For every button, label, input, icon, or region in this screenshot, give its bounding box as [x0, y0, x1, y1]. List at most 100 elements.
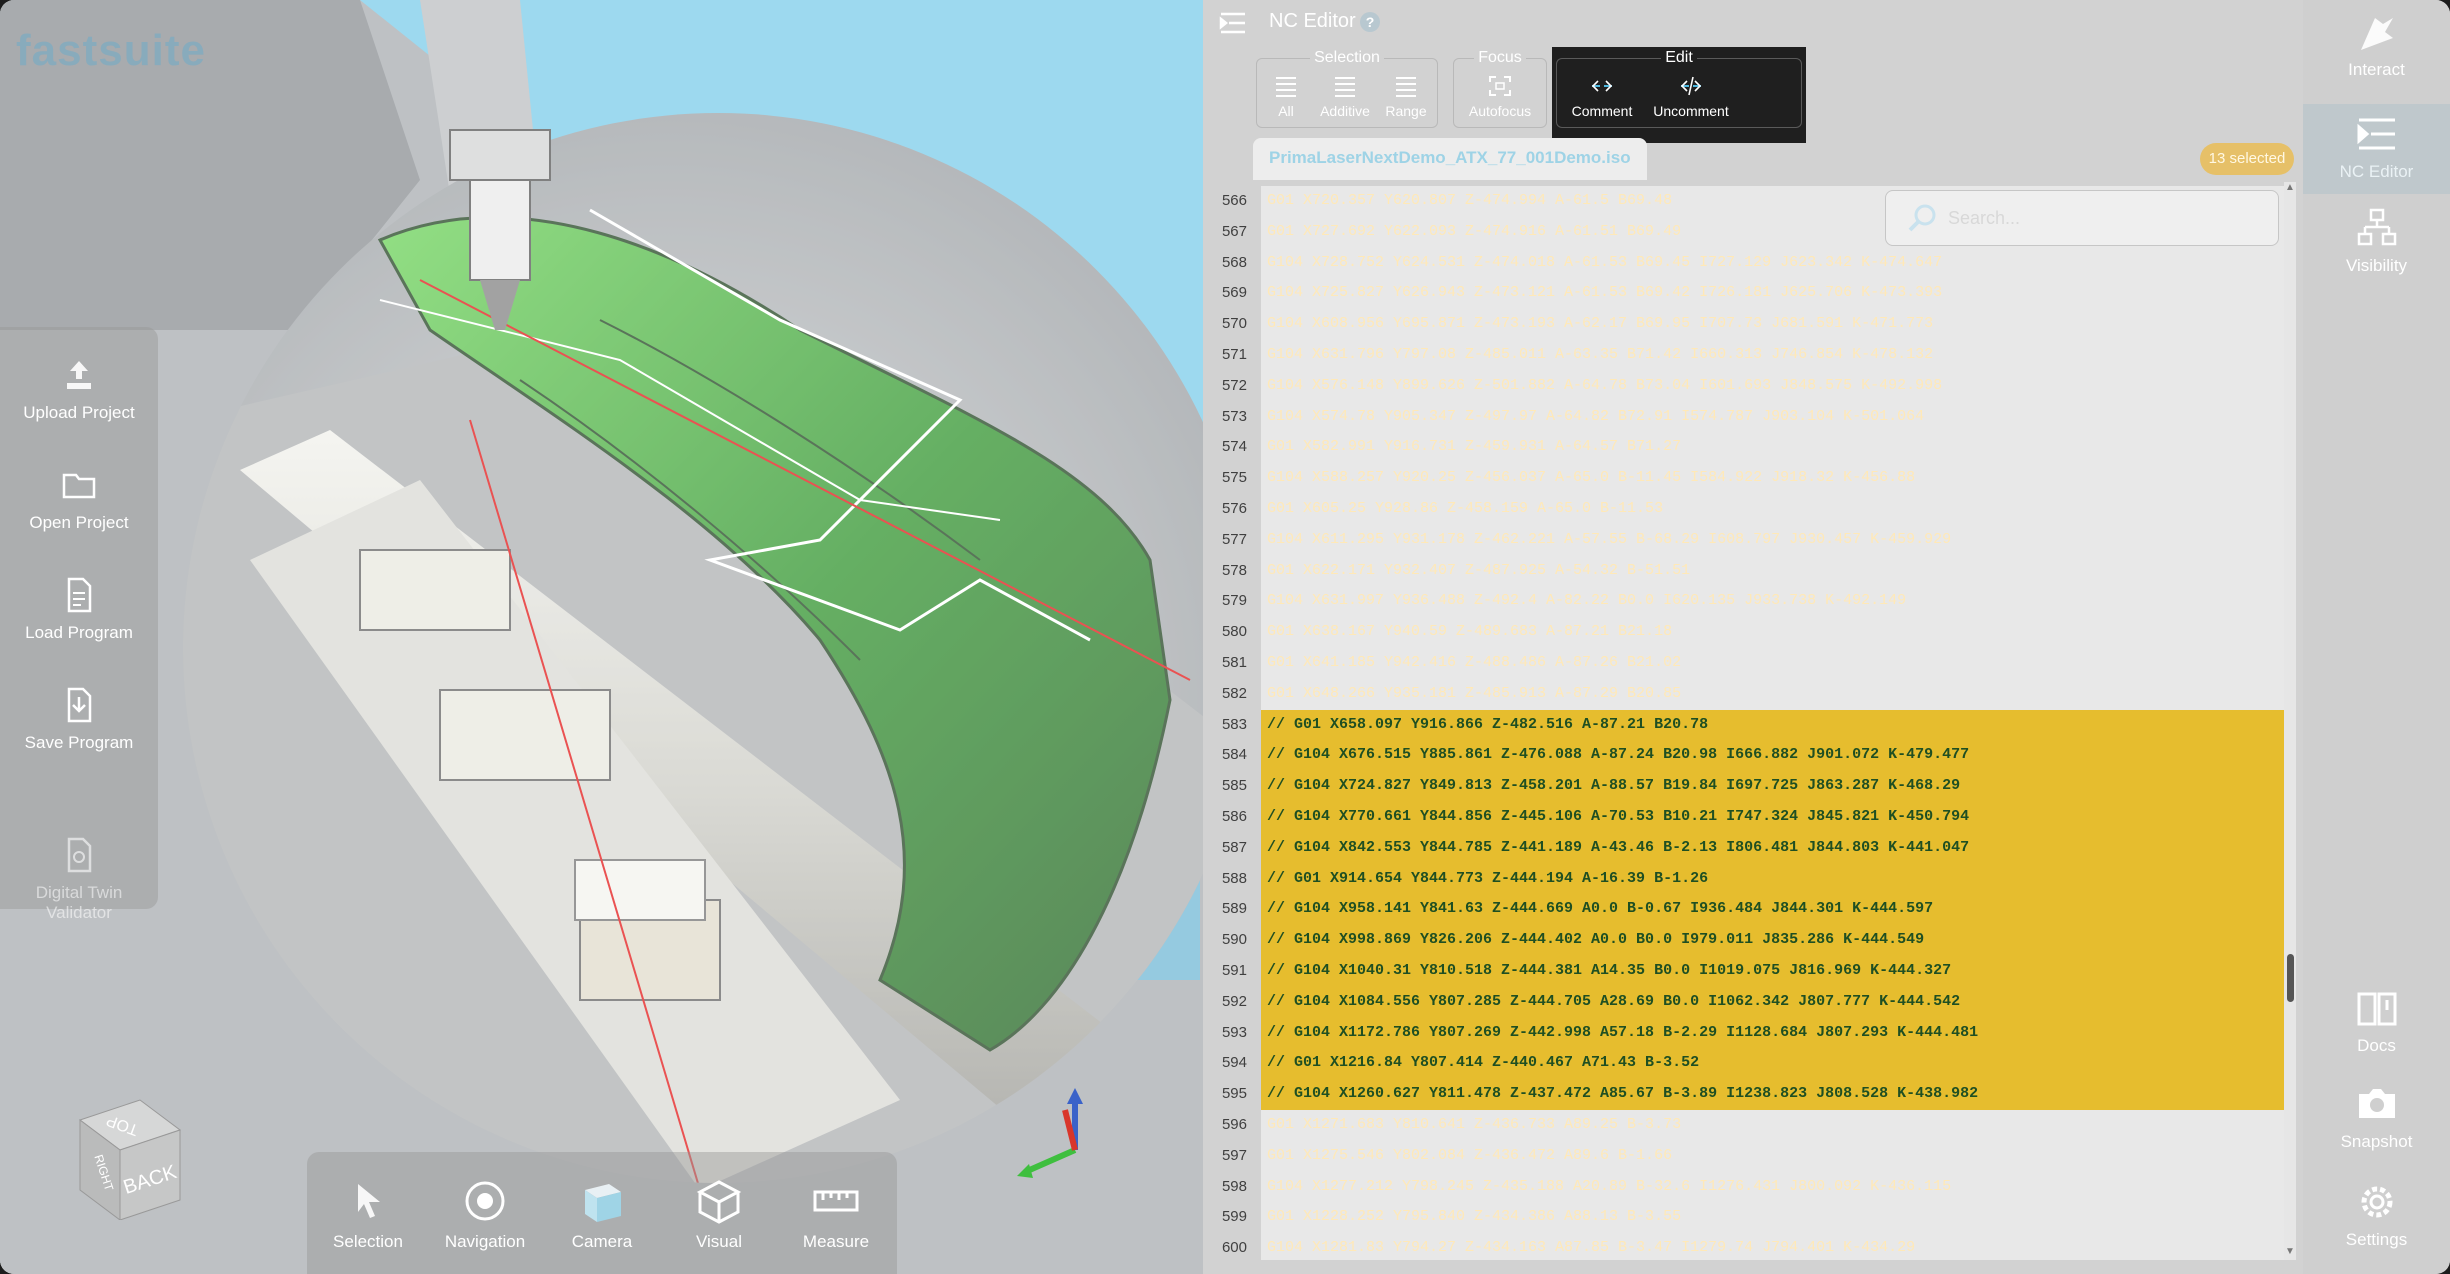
code-line[interactable]: 587 // G104 X842.553 Y844.785 Z-441.189 A…	[1203, 832, 2290, 864]
code-line[interactable]: 583 // G01 X658.097 Y916.866 Z-482.516 A-…	[1203, 709, 2290, 741]
open-project-button[interactable]: Open Project	[0, 465, 158, 533]
code-text[interactable]: // G104 X1040.31 Y810.518 Z-444.381 A14.…	[1261, 956, 2290, 987]
code-text[interactable]: G01 X582.991 Y916.731 Z-459.931 A-64.57 …	[1261, 432, 2290, 464]
code-line[interactable]: 589 // G104 X958.141 Y841.63 Z-444.669 A0…	[1203, 894, 2290, 926]
code-line[interactable]: 588 // G01 X914.654 Y844.773 Z-444.194 A-…	[1203, 863, 2290, 895]
code-text[interactable]: G01 X638.167 Y940.59 Z-489.683 A-87.21 B…	[1261, 617, 2290, 648]
code-line[interactable]: 594 // G01 X1216.84 Y807.414 Z-440.467 A7…	[1203, 1048, 2290, 1080]
code-line[interactable]: 600 G104 X1281.83 Y794.27 Z-434.163 A87.8…	[1203, 1233, 2290, 1260]
code-line[interactable]: 577 G104 X611.295 Y931.178 Z-462.221 A-57…	[1203, 524, 2290, 556]
code-text[interactable]: G104 X1281.83 Y794.27 Z-434.163 A87.85 B…	[1261, 1233, 2290, 1260]
code-text[interactable]: G01 X622.171 Y932.407 Z-487.925 A-54.32 …	[1261, 555, 2290, 587]
code-line[interactable]: 568 G104 X728.752 Y624.531 Z-474.018 A-61…	[1203, 247, 2290, 279]
code-line[interactable]: 592 // G104 X1084.556 Y807.285 Z-444.705 …	[1203, 986, 2290, 1018]
code-text[interactable]: // G104 X998.869 Y826.206 Z-444.402 A0.0…	[1261, 925, 2290, 956]
search-input[interactable]	[1946, 203, 2260, 233]
load-program-button[interactable]: Load Program	[0, 575, 158, 643]
code-text[interactable]: // G01 X658.097 Y916.866 Z-482.516 A-87.…	[1261, 709, 2290, 741]
upload-project-button[interactable]: Upload Project	[0, 355, 158, 423]
code-line[interactable]: 586 // G104 X770.661 Y844.856 Z-445.106 A…	[1203, 802, 2290, 833]
code-line[interactable]: 599 G01 X1228.252 Y795.840 Z-434.386 A88.…	[1203, 1202, 2290, 1234]
code-text[interactable]: // G104 X676.515 Y885.861 Z-476.088 A-87…	[1261, 740, 2290, 772]
code-text[interactable]: // G01 X1216.84 Y807.414 Z-440.467 A71.4…	[1261, 1048, 2290, 1080]
code-line[interactable]: 570 G104 X608.956 Y695.871 Z-473.193 A-62…	[1203, 309, 2290, 340]
code-line[interactable]: 569 G104 X725.827 Y626.943 Z-473.121 A-61…	[1203, 278, 2290, 310]
search-box[interactable]	[1885, 190, 2279, 246]
uncomment-button[interactable]: Uncomment	[1649, 75, 1733, 119]
measure-tool-button[interactable]: Measure	[781, 1176, 891, 1252]
code-line[interactable]: 593 // G104 X1172.786 Y807.269 Z-442.998 …	[1203, 1017, 2290, 1049]
code-line[interactable]: 595 // G104 X1260.627 Y811.478 Z-437.472 …	[1203, 1079, 2290, 1110]
code-text[interactable]: G01 X648.266 Y935.181 Z-485.913 A-87.29 …	[1261, 678, 2290, 710]
code-text[interactable]: G104 X576.148 Y899.626 Z-501.882 A-64.78…	[1261, 370, 2290, 402]
code-text[interactable]: // G104 X770.661 Y844.856 Z-445.106 A-70…	[1261, 802, 2290, 833]
code-text[interactable]: // G104 X958.141 Y841.63 Z-444.669 A0.0 …	[1261, 894, 2290, 926]
select-additive-button[interactable]: Additive	[1319, 75, 1371, 119]
code-text[interactable]: G104 X631.796 Y797.08 Z-485.011 A-63.35 …	[1261, 340, 2290, 371]
code-line[interactable]: 598 G104 X1277.212 Y798.245 Z-435.188 A20…	[1203, 1171, 2290, 1203]
3d-viewport[interactable]: fastsuite Upload Project Open Project Lo…	[0, 0, 1203, 1274]
digital-twin-validator-button[interactable]: Digital Twin Validator	[0, 795, 158, 923]
code-line[interactable]: 597 G01 X1275.546 Y802.084 Z-436.472 A89.…	[1203, 1140, 2290, 1172]
code-text[interactable]: // G104 X1260.627 Y811.478 Z-437.472 A85…	[1261, 1079, 2290, 1110]
snapshot-button[interactable]: Snapshot	[2303, 1082, 2450, 1152]
code-line[interactable]: 576 G01 X605.25 Y928.86 Z-458.159 A-65.0 …	[1203, 494, 2290, 525]
code-line[interactable]: 596 G01 X1271.683 Y810.641 Z-436.733 A89.…	[1203, 1110, 2290, 1141]
code-line[interactable]: 581 G01 X641.185 Y942.416 Z-488.486 A-87.…	[1203, 648, 2290, 679]
code-scrollbar[interactable]	[2284, 182, 2296, 1260]
code-text[interactable]: G01 X1271.683 Y810.641 Z-436.733 A89.25 …	[1261, 1110, 2290, 1141]
code-text[interactable]: G01 X641.185 Y942.416 Z-488.486 A-87.26 …	[1261, 648, 2290, 679]
code-text[interactable]: G01 X1228.252 Y795.840 Z-434.386 A88.13 …	[1261, 1202, 2290, 1234]
code-line[interactable]: 585 // G104 X724.827 Y849.813 Z-458.201 A…	[1203, 771, 2290, 802]
code-line[interactable]: 590 // G104 X998.869 Y826.206 Z-444.402 A…	[1203, 925, 2290, 956]
code-line[interactable]: 574 G01 X582.991 Y916.731 Z-459.931 A-64.…	[1203, 432, 2290, 464]
code-text[interactable]: G104 X1277.212 Y798.245 Z-435.188 A20.89…	[1261, 1171, 2290, 1203]
save-program-button[interactable]: Save Program	[0, 685, 158, 753]
code-line[interactable]: 579 G104 X631.997 Y936.488 Z-492.4 A-82.2…	[1203, 586, 2290, 618]
code-text[interactable]: G104 X728.752 Y624.531 Z-474.018 A-61.53…	[1261, 247, 2290, 279]
interact-button[interactable]: Interact	[2303, 10, 2450, 98]
code-line[interactable]: 580 G01 X638.167 Y940.59 Z-489.683 A-87.2…	[1203, 617, 2290, 648]
nc-editor-button[interactable]: NC Editor	[2303, 104, 2450, 194]
select-range-button[interactable]: Range	[1383, 75, 1429, 119]
comment-button[interactable]: Comment	[1567, 75, 1637, 119]
code-text[interactable]: // G104 X842.553 Y844.785 Z-441.189 A-43…	[1261, 832, 2290, 864]
code-line[interactable]: 573 G104 X574.78 Y905.347 Z-497.97 A-64.8…	[1203, 401, 2290, 433]
code-text[interactable]: // G104 X724.827 Y849.813 Z-458.201 A-88…	[1261, 771, 2290, 802]
code-text[interactable]: G104 X631.997 Y936.488 Z-492.4 A-82.22 B…	[1261, 586, 2290, 618]
code-line[interactable]: 578 G01 X622.171 Y932.407 Z-487.925 A-54.…	[1203, 555, 2290, 587]
code-line[interactable]: 584 // G104 X676.515 Y885.861 Z-476.088 A…	[1203, 740, 2290, 772]
select-all-button[interactable]: All	[1271, 75, 1301, 119]
code-text[interactable]: G01 X605.25 Y928.86 Z-458.159 A-65.0 B-1…	[1261, 494, 2290, 525]
docs-button[interactable]: Docs	[2303, 986, 2450, 1056]
code-line[interactable]: 572 G104 X576.148 Y899.626 Z-501.882 A-64…	[1203, 370, 2290, 402]
settings-button[interactable]: Settings	[2303, 1180, 2450, 1250]
scroll-down-arrow-icon[interactable]: ▼	[2284, 1246, 2296, 1258]
visibility-button[interactable]: Visibility	[2303, 206, 2450, 294]
selection-tool-button[interactable]: Selection	[313, 1176, 423, 1252]
help-icon[interactable]: ?	[1360, 12, 1380, 32]
code-line[interactable]: 575 G104 X588.257 Y920.25 Z-456.037 A-65.…	[1203, 463, 2290, 494]
camera-tool-button[interactable]: Camera	[547, 1176, 657, 1252]
autofocus-button[interactable]: Autofocus	[1460, 75, 1540, 119]
code-text[interactable]: G104 X588.257 Y920.25 Z-456.037 A-65.0 B…	[1261, 463, 2290, 494]
code-text[interactable]: // G104 X1084.556 Y807.285 Z-444.705 A28…	[1261, 986, 2290, 1018]
code-text[interactable]: // G104 X1172.786 Y807.269 Z-442.998 A57…	[1261, 1017, 2290, 1049]
code-text[interactable]: G104 X574.78 Y905.347 Z-497.97 A-64.82 B…	[1261, 401, 2290, 433]
code-line[interactable]: 571 G104 X631.796 Y797.08 Z-485.011 A-63.…	[1203, 340, 2290, 371]
view-cube[interactable]: TOP BACK RIGHT	[60, 1090, 190, 1221]
code-text[interactable]: G104 X608.956 Y695.871 Z-473.193 A-62.17…	[1261, 309, 2290, 340]
scroll-up-arrow-icon[interactable]: ▲	[2284, 182, 2296, 194]
scrollbar-thumb[interactable]	[2287, 954, 2294, 1002]
code-text[interactable]: // G01 X914.654 Y844.773 Z-444.194 A-16.…	[1261, 863, 2290, 895]
nc-editor-collapse-icon[interactable]	[1219, 10, 1247, 36]
visual-tool-button[interactable]: Visual	[664, 1176, 774, 1252]
file-tab[interactable]: PrimaLaserNextDemo_ATX_77_001Demo.iso	[1253, 138, 1647, 180]
code-text[interactable]: G104 X611.295 Y931.178 Z-462.221 A-57.55…	[1261, 524, 2290, 556]
code-editor[interactable]: 566 G01 X720.357 Y620.807 Z-474.994 A-61.…	[1203, 182, 2303, 1260]
code-text[interactable]: G01 X1275.546 Y802.084 Z-436.472 A89.6 B…	[1261, 1140, 2290, 1172]
code-line[interactable]: 591 // G104 X1040.31 Y810.518 Z-444.381 A…	[1203, 956, 2290, 987]
code-line[interactable]: 582 G01 X648.266 Y935.181 Z-485.913 A-87.…	[1203, 678, 2290, 710]
navigation-tool-button[interactable]: Navigation	[430, 1176, 540, 1252]
code-text[interactable]: G104 X725.827 Y626.943 Z-473.121 A-61.53…	[1261, 278, 2290, 310]
